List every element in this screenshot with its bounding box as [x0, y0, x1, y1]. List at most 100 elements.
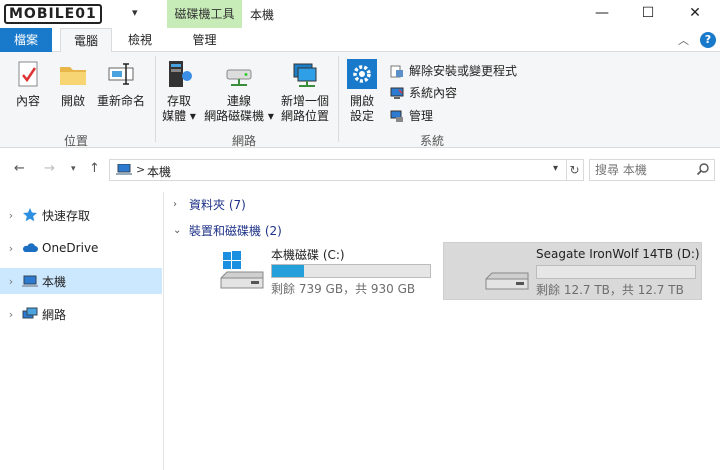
expand-chevron-icon[interactable]: ⌄: [173, 225, 189, 236]
manage-label: 管理: [409, 109, 434, 123]
cloud-icon: [22, 240, 38, 256]
windows-drive-icon: [219, 250, 267, 292]
access-media-label-1: 存取: [166, 94, 191, 108]
search-input[interactable]: [590, 160, 694, 180]
drive-name-c: 本機磁碟 (C:): [271, 248, 345, 262]
settings-gear-icon: [346, 58, 378, 90]
properties-button[interactable]: 內容: [10, 58, 46, 109]
properties-label: 內容: [15, 94, 40, 108]
open-settings-label-2: 設定: [349, 109, 374, 123]
add-location-label-1: 新增一個: [280, 94, 329, 108]
nav-label-quick-access: 快速存取: [42, 208, 91, 223]
group-label-location: 位置: [64, 134, 89, 148]
network-icon: [22, 306, 38, 322]
collapse-chevron-icon[interactable]: ›: [173, 199, 189, 210]
open-button[interactable]: 開啟: [55, 58, 91, 109]
refresh-icon[interactable]: ↻: [566, 159, 584, 181]
system-properties-button[interactable]: 系統內容: [390, 84, 457, 101]
ribbon-separator: [338, 56, 339, 142]
hard-drive-icon: [484, 251, 532, 293]
capacity-bar-d: [536, 265, 696, 279]
system-properties-icon: [390, 86, 404, 100]
expand-chevron-icon[interactable]: ›: [0, 275, 22, 288]
search-box[interactable]: [589, 159, 715, 181]
nav-item-onedrive[interactable]: › OneDrive: [0, 235, 162, 261]
nav-item-network[interactable]: › 網路: [0, 301, 162, 327]
tab-file[interactable]: 檔案: [0, 28, 52, 52]
open-label: 開啟: [60, 94, 85, 108]
breadcrumb-this-pc[interactable]: 本機: [147, 163, 171, 180]
uninstall-label: 解除安裝或變更程式: [409, 64, 518, 78]
drive-space-d: 剩餘 12.7 TB，共 12.7 TB: [536, 283, 684, 297]
tab-view[interactable]: 檢視: [116, 28, 164, 52]
expand-chevron-icon[interactable]: ›: [0, 308, 22, 321]
drive-space-c: 剩餘 739 GB，共 930 GB: [271, 282, 416, 296]
window-title: 本機: [250, 8, 275, 22]
computer-management-icon: [390, 109, 404, 123]
group-label-system: 系統: [420, 134, 445, 148]
forward-arrow-icon[interactable]: →: [44, 161, 55, 176]
address-row: ← → ▾ ↑ > 本機 ▾ ↻: [0, 155, 720, 185]
group-header-folders[interactable]: › 資料夾 (7): [173, 196, 246, 213]
uninstall-programs-button[interactable]: 解除安裝或變更程式: [390, 62, 517, 79]
address-history-chevron-icon[interactable]: ▾: [553, 163, 558, 174]
group-title-devices: 裝置和磁碟機 (2): [189, 224, 282, 238]
add-network-location-button[interactable]: 新增一個 網路位置: [279, 58, 331, 124]
expand-chevron-icon[interactable]: ›: [0, 242, 22, 255]
add-location-label-2: 網路位置: [280, 109, 329, 123]
capacity-fill-c: [272, 265, 305, 277]
nav-item-quick-access[interactable]: › 快速存取: [0, 202, 162, 228]
tab-computer[interactable]: 電腦: [60, 28, 112, 53]
folder-open-icon: [57, 58, 89, 90]
rename-button[interactable]: 重新命名: [96, 58, 146, 109]
nav-label-this-pc: 本機: [42, 274, 67, 289]
media-server-icon: [163, 58, 195, 90]
nav-item-this-pc[interactable]: › 本機: [0, 268, 162, 294]
this-pc-icon: [116, 163, 132, 176]
group-label-network: 網路: [232, 134, 257, 148]
rename-label: 重新命名: [96, 94, 145, 108]
tab-manage[interactable]: 管理: [167, 28, 242, 52]
drive-name-d: Seagate IronWolf 14TB (D:): [536, 247, 700, 261]
nav-label-onedrive: OneDrive: [42, 241, 99, 255]
ribbon: 內容 開啟 重新命名 位置 存取 媒體 ▾ 連線 網路磁碟機 ▾ 新增一個 網路…: [0, 52, 720, 148]
network-drive-icon: [223, 58, 255, 90]
star-icon: [22, 207, 38, 223]
rename-icon: [105, 58, 137, 90]
access-media-button[interactable]: 存取 媒體 ▾: [162, 58, 196, 124]
back-arrow-icon[interactable]: ←: [14, 161, 25, 176]
manage-button[interactable]: 管理: [390, 107, 433, 124]
breadcrumb-separator[interactable]: >: [136, 163, 145, 176]
minimize-button[interactable]: —: [579, 0, 625, 28]
help-icon[interactable]: ?: [700, 32, 716, 48]
context-tab-drive-tools: 磁碟機工具: [167, 0, 242, 28]
network-location-icon: [289, 58, 321, 90]
this-pc-icon: [22, 273, 38, 289]
quick-access-toolbar-dropdown-icon[interactable]: ▾: [132, 6, 138, 19]
uninstall-icon: [390, 64, 404, 78]
content-pane: › 資料夾 (7) ⌄ 裝置和磁碟機 (2) 本機磁碟 (C:) 剩餘 739 …: [165, 192, 720, 470]
nav-label-network: 網路: [42, 307, 67, 322]
expand-chevron-icon[interactable]: ›: [0, 209, 22, 222]
search-icon: [696, 162, 710, 176]
open-settings-label-1: 開啟: [349, 94, 374, 108]
map-drive-label-2: 網路磁碟機 ▾: [204, 109, 274, 123]
title-bar: MOBILE01 ▾ 磁碟機工具 本機 — ☐ ✕: [0, 0, 720, 28]
ribbon-tabs: 檔案 電腦 檢視 管理 ︿ ?: [0, 28, 720, 53]
capacity-bar-c: [271, 264, 431, 278]
group-header-devices[interactable]: ⌄ 裝置和磁碟機 (2): [173, 222, 282, 239]
open-settings-button[interactable]: 開啟 設定: [344, 58, 380, 124]
maximize-button[interactable]: ☐: [625, 0, 671, 28]
address-bar[interactable]: > 本機 ▾: [109, 159, 567, 181]
recent-locations-chevron-icon[interactable]: ▾: [71, 164, 76, 174]
up-arrow-icon[interactable]: ↑: [89, 161, 100, 176]
access-media-label-2: 媒體 ▾: [162, 109, 196, 123]
drive-item-c[interactable]: 本機磁碟 (C:) 剩餘 739 GB，共 930 GB: [179, 242, 439, 300]
watermark-logo: MOBILE01: [4, 3, 102, 25]
minimize-ribbon-icon[interactable]: ︿: [678, 32, 689, 48]
ribbon-separator: [155, 56, 156, 142]
close-button[interactable]: ✕: [672, 0, 718, 28]
drive-item-d[interactable]: Seagate IronWolf 14TB (D:) 剩餘 12.7 TB，共 …: [443, 242, 702, 300]
map-network-drive-button[interactable]: 連線 網路磁碟機 ▾: [203, 58, 275, 124]
navigation-pane: › 快速存取 › OneDrive › 本機 › 網路: [0, 192, 164, 470]
